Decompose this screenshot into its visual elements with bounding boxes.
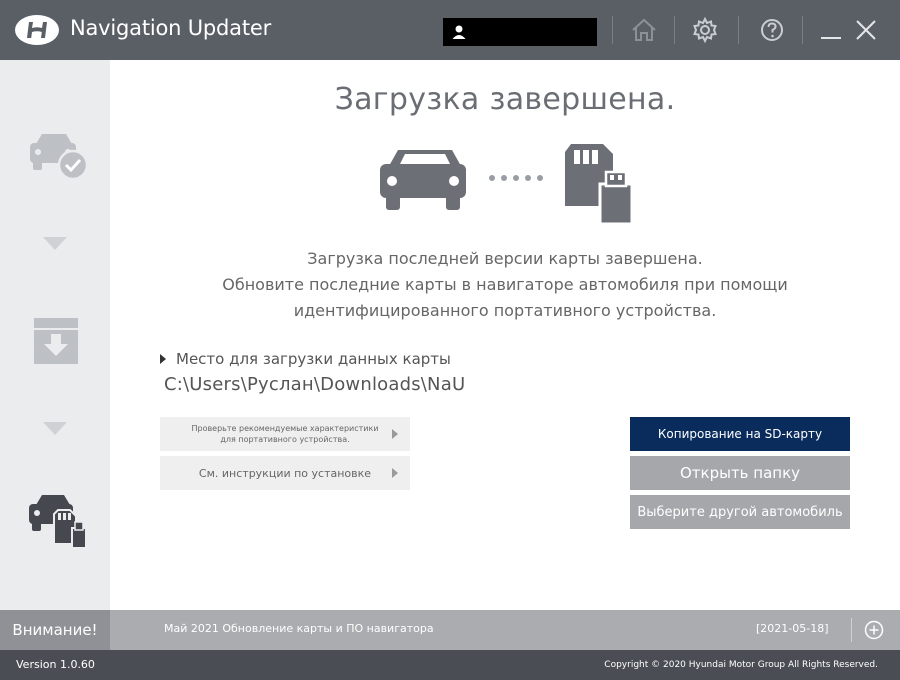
titlebar-divider: [612, 16, 613, 44]
main-content: Загрузка завершена. Загрузка последней в…: [110, 60, 900, 610]
titlebar-divider: [674, 16, 675, 44]
car-to-sd-card-illustration-icon: [380, 144, 634, 224]
titlebar-divider: [802, 16, 803, 44]
user-account-box[interactable]: [443, 18, 597, 46]
app-title: Navigation Updater: [70, 16, 272, 40]
help-button[interactable]: [756, 14, 788, 46]
open-folder-button[interactable]: Открыть папку: [630, 456, 850, 490]
page-title: Загрузка завершена.: [334, 82, 676, 117]
notice-date: [2021-05-18]: [756, 622, 829, 635]
chevron-right-icon: [392, 429, 398, 439]
description-line: Обновите последние карты в навигаторе ав…: [222, 275, 788, 294]
download-box-icon: [34, 318, 78, 364]
step-download: [26, 316, 90, 372]
home-button[interactable]: [628, 14, 660, 46]
step-arrow-icon: [43, 422, 67, 435]
help-icon: [761, 19, 783, 41]
user-icon: [452, 25, 466, 39]
install-link-label: См. инструкции по установке: [198, 466, 372, 480]
download-location-text: Место для загрузки данных карты: [176, 350, 451, 368]
specs-link-line: для портативного устройства.: [220, 435, 350, 444]
plus-circle-icon[interactable]: [864, 620, 884, 640]
gear-icon: [693, 16, 717, 44]
check-device-specs-link[interactable]: Проверьте рекомендуемые характеристики д…: [160, 417, 410, 451]
completion-description: Загрузка последней версии карты завершен…: [170, 246, 840, 324]
close-button[interactable]: [850, 14, 882, 46]
progress-sidebar: [0, 60, 110, 610]
minimize-icon: [821, 37, 841, 39]
chevron-right-icon: [392, 468, 398, 478]
copy-to-sd-card-button[interactable]: Копирование на SD-карту: [630, 417, 850, 451]
step-select-car: [26, 130, 90, 186]
notice-label: Внимание!: [0, 610, 110, 650]
app-version: Version 1.0.60: [16, 658, 95, 671]
minimize-button[interactable]: [815, 14, 847, 46]
install-instructions-link[interactable]: См. инструкции по установке: [160, 456, 410, 490]
car-sd-card-icon: [29, 495, 87, 548]
description-line: Загрузка последней версии карты завершен…: [307, 249, 703, 268]
car-check-icon: [30, 134, 89, 181]
home-icon: [632, 18, 656, 41]
notice-divider: [851, 618, 852, 642]
step-arrow-icon: [43, 237, 67, 250]
expand-triangle-icon: [160, 354, 166, 364]
download-location-path: C:\Users\Руслан\Downloads\NaU: [164, 374, 466, 395]
step-copy-device: [26, 492, 90, 548]
copyright: Copyright © 2020 Hyundai Motor Group All…: [604, 660, 878, 670]
specs-link-line: Проверьте рекомендуемые характеристики: [191, 424, 379, 433]
footer: Version 1.0.60 Copyright © 2020 Hyundai …: [0, 650, 900, 680]
titlebar-divider: [738, 16, 739, 44]
settings-button[interactable]: [689, 14, 721, 46]
notice-bar: Внимание! Май 2021 Обновление карты и ПО…: [0, 610, 900, 650]
download-location-label: Место для загрузки данных карты: [160, 350, 451, 368]
close-icon: [856, 20, 876, 40]
title-bar: Navigation Updater: [0, 0, 900, 60]
hyundai-logo-icon: [15, 15, 59, 45]
notice-message-link[interactable]: Май 2021 Обновление карты и ПО навигатор…: [164, 622, 434, 635]
description-line: идентифицированного портативного устройс…: [293, 301, 717, 320]
choose-other-car-button[interactable]: Выберите другой автомобиль: [630, 495, 850, 529]
